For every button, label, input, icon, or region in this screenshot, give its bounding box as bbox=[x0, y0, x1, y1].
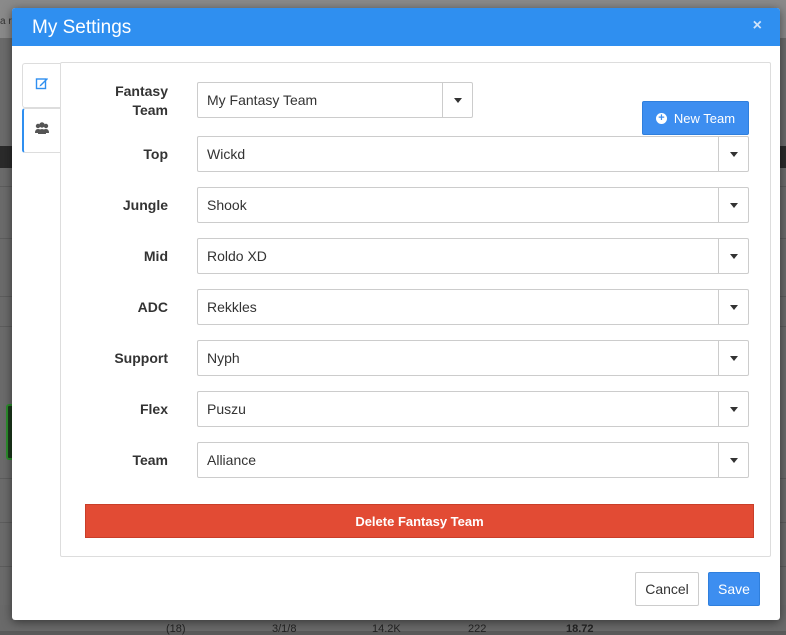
field-row-adc: ADC Rekkles bbox=[61, 289, 770, 325]
cancel-button[interactable]: Cancel bbox=[635, 572, 699, 606]
jungle-select[interactable]: Shook bbox=[197, 187, 749, 223]
fantasy-team-label-line: Team bbox=[132, 102, 168, 118]
field-label: ADC bbox=[137, 299, 168, 315]
field-label: Mid bbox=[143, 248, 168, 264]
chevron-down-icon bbox=[718, 341, 748, 375]
chevron-down-icon bbox=[718, 239, 748, 273]
adc-select[interactable]: Rekkles bbox=[197, 289, 749, 325]
field-label: Support bbox=[114, 350, 168, 366]
background-cell: 3/1/8 bbox=[272, 623, 297, 635]
chevron-down-icon bbox=[718, 137, 748, 171]
chevron-down-icon bbox=[718, 392, 748, 426]
chevron-down-icon bbox=[442, 83, 472, 117]
fantasy-team-label: Fantasy Team bbox=[81, 82, 168, 120]
field-row-flex: Flex Puszu bbox=[61, 391, 770, 427]
select-value: Alliance bbox=[207, 452, 257, 468]
chevron-down-icon bbox=[718, 188, 748, 222]
modal-header: My Settings × bbox=[12, 8, 780, 46]
fantasy-team-select[interactable]: My Fantasy Team bbox=[197, 82, 473, 118]
background-cell: (18) bbox=[166, 623, 186, 635]
select-value: Rekkles bbox=[207, 299, 257, 315]
select-value: Roldo XD bbox=[207, 248, 267, 264]
new-team-label: New Team bbox=[673, 110, 736, 126]
settings-modal: My Settings × Fantasy Team My Fantasy Te… bbox=[12, 8, 780, 620]
side-tabs bbox=[22, 63, 60, 153]
chevron-down-icon bbox=[718, 290, 748, 324]
chevron-down-icon bbox=[718, 443, 748, 477]
new-team-button[interactable]: + New Team bbox=[642, 101, 749, 135]
background-cell: 222 bbox=[468, 623, 487, 635]
tab-edit[interactable] bbox=[22, 63, 60, 108]
modal-title: My Settings bbox=[32, 17, 132, 38]
select-value: Wickd bbox=[207, 146, 246, 162]
flex-select[interactable]: Puszu bbox=[197, 391, 749, 427]
fantasy-team-row: Fantasy Team My Fantasy Team + New Team bbox=[61, 82, 770, 135]
field-row-jungle: Jungle Shook bbox=[61, 187, 770, 223]
select-value: Puszu bbox=[207, 401, 246, 417]
plus-circle-icon: + bbox=[655, 112, 667, 124]
select-value: Nyph bbox=[207, 350, 240, 366]
edit-icon bbox=[35, 76, 49, 95]
team-settings-panel: Fantasy Team My Fantasy Team + New Team … bbox=[60, 62, 771, 557]
field-row-mid: Mid Roldo XD bbox=[61, 238, 770, 274]
field-label: Flex bbox=[139, 401, 168, 417]
mid-select[interactable]: Roldo XD bbox=[197, 238, 749, 274]
field-label: Top bbox=[143, 146, 168, 162]
field-row-support: Support Nyph bbox=[61, 340, 770, 376]
tab-team[interactable] bbox=[22, 108, 60, 153]
support-select[interactable]: Nyph bbox=[197, 340, 749, 376]
top-select[interactable]: Wickd bbox=[197, 136, 749, 172]
fantasy-team-label-line: Fantasy bbox=[115, 83, 168, 99]
save-button[interactable]: Save bbox=[708, 572, 760, 606]
field-row-top: Top Wickd bbox=[61, 136, 770, 172]
team-select[interactable]: Alliance bbox=[197, 442, 749, 478]
field-label: Team bbox=[132, 452, 168, 468]
close-icon[interactable]: × bbox=[753, 17, 762, 35]
select-value: Shook bbox=[207, 197, 247, 213]
delete-fantasy-team-button[interactable]: Delete Fantasy Team bbox=[85, 504, 754, 538]
background-cell: 14.2K bbox=[372, 623, 401, 635]
field-row-team: Team Alliance bbox=[61, 442, 770, 478]
users-icon bbox=[34, 121, 50, 140]
fantasy-team-value: My Fantasy Team bbox=[207, 92, 318, 108]
field-label: Jungle bbox=[122, 197, 168, 213]
background-cell: 18.72 bbox=[566, 623, 594, 635]
